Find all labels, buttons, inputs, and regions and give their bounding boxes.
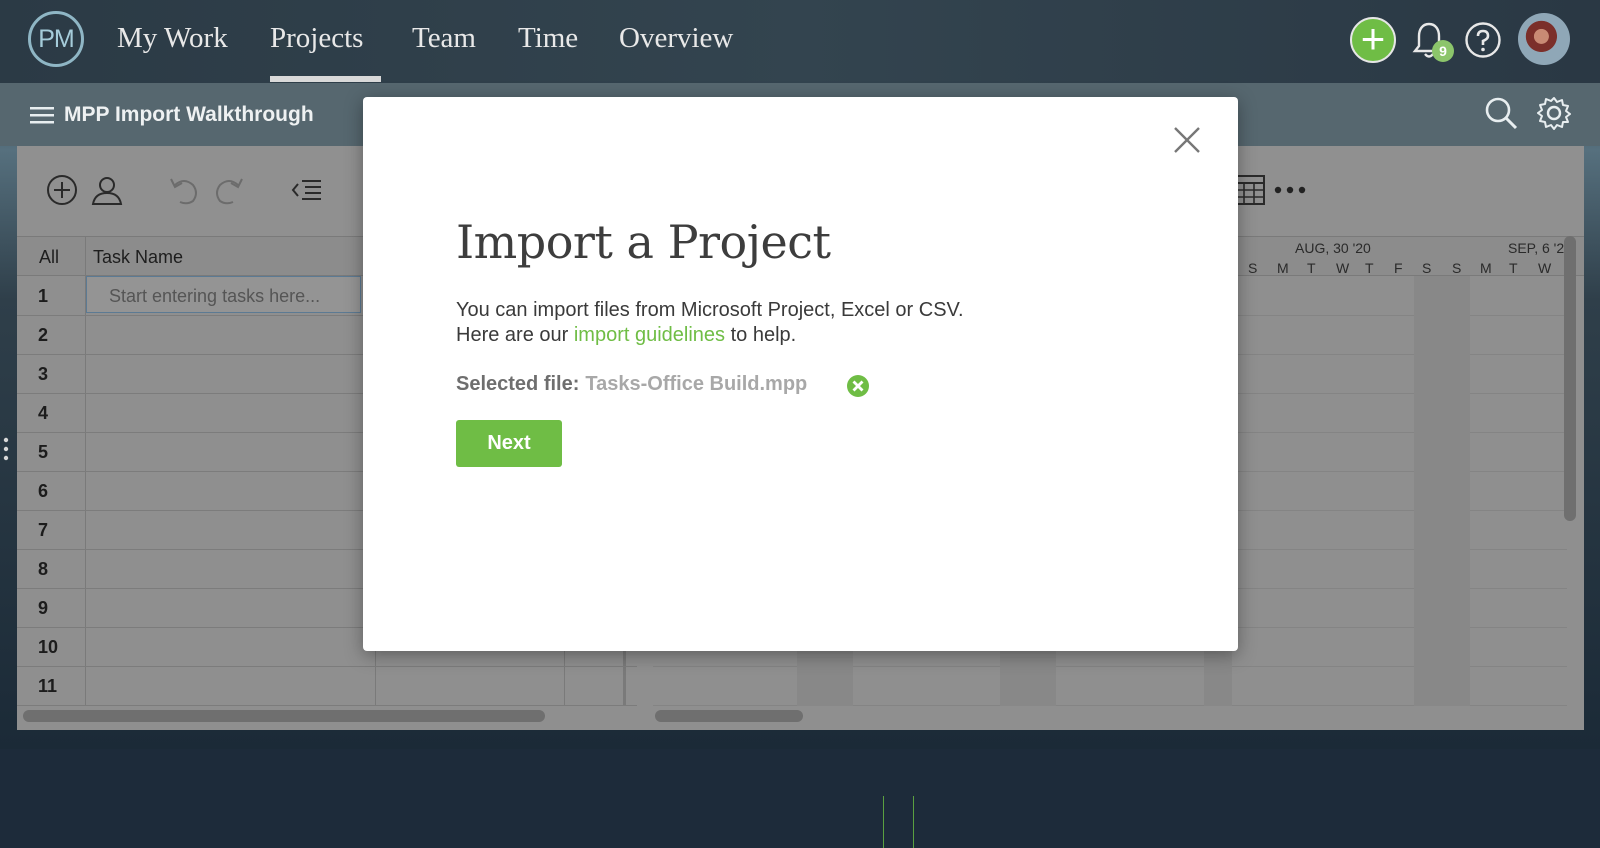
row-number: 8 [38, 559, 49, 579]
next-button[interactable]: Next [456, 420, 562, 467]
header-all[interactable]: All [39, 247, 59, 268]
nav-time[interactable]: Time [518, 22, 578, 55]
weekend-shade [1414, 276, 1442, 706]
gear-icon[interactable] [1537, 96, 1571, 130]
notification-badge: 9 [1432, 40, 1454, 62]
row-number: 7 [38, 520, 49, 540]
description-suffix: to help. [725, 324, 797, 346]
today-line [883, 796, 884, 848]
row-number: 10 [38, 637, 59, 657]
active-tab-indicator [270, 76, 381, 82]
today-line [913, 796, 914, 848]
remove-file-icon[interactable] [846, 374, 870, 398]
row-number: 1 [38, 286, 49, 306]
gantt-month-label: SEP, 6 '20 [1508, 240, 1572, 256]
selected-file-name: Tasks-Office Build.mpp [585, 373, 808, 395]
modal-title: Import a Project [456, 215, 831, 269]
add-new-button[interactable]: + [1350, 17, 1396, 63]
user-avatar[interactable] [1518, 13, 1570, 65]
undo-icon[interactable] [167, 173, 201, 207]
help-icon[interactable] [1464, 21, 1502, 59]
gantt-day-label: T [1365, 260, 1374, 276]
redo-icon[interactable] [212, 173, 246, 207]
nav-team[interactable]: Team [412, 22, 476, 55]
header-task-name[interactable]: Task Name [93, 247, 183, 268]
modal-description: You can import files from Microsoft Proj… [456, 298, 1156, 348]
row-number: 11 [38, 676, 58, 696]
selected-file-row: Selected file: Tasks-Office Build.mpp [456, 373, 807, 396]
nav-overview[interactable]: Overview [619, 22, 733, 55]
selected-file-label: Selected file: [456, 373, 580, 395]
description-line-2: Here are our import guidelines to help. [456, 323, 1156, 348]
hamburger-menu-icon[interactable] [30, 106, 54, 124]
weekend-shade [1442, 276, 1470, 706]
pm-logo[interactable]: PM [28, 11, 84, 67]
task-name-input[interactable]: Start entering tasks here... [86, 276, 361, 313]
assign-user-icon[interactable] [90, 173, 124, 207]
drag-handle-icon[interactable] [3, 437, 9, 461]
outdent-icon[interactable] [290, 173, 324, 207]
gantt-month-label: AUG, 30 '20 [1295, 240, 1371, 256]
gantt-day-label: F [1394, 260, 1403, 276]
row-number: 9 [38, 598, 49, 618]
project-title[interactable]: MPP Import Walkthrough [64, 103, 314, 127]
description-line-1: You can import files from Microsoft Proj… [456, 299, 964, 321]
gantt-day-label: S [1248, 260, 1258, 276]
row-number: 2 [38, 325, 49, 345]
add-task-icon[interactable] [45, 173, 79, 207]
gantt-day-label: T [1509, 260, 1518, 276]
top-nav: PM My Work Projects Team Time Overview +… [0, 0, 1600, 83]
import-project-modal: Import a Project You can import files fr… [363, 97, 1238, 651]
search-icon[interactable] [1484, 96, 1518, 130]
row-number: 4 [38, 403, 49, 423]
row-number: 5 [38, 442, 49, 462]
nav-my-work[interactable]: My Work [117, 22, 228, 55]
gantt-day-label: T [1307, 260, 1316, 276]
gantt-day-label: S [1452, 260, 1462, 276]
more-options-icon[interactable] [1273, 173, 1307, 207]
grid-horizontal-scrollbar[interactable] [23, 710, 545, 722]
gantt-day-label: M [1480, 260, 1492, 276]
task-name-placeholder: Start entering tasks here... [109, 286, 321, 306]
row-number: 6 [38, 481, 49, 501]
import-guidelines-link[interactable]: import guidelines [574, 324, 725, 346]
gantt-horizontal-scrollbar[interactable] [655, 710, 803, 722]
gantt-day-label: M [1277, 260, 1289, 276]
gantt-day-label: S [1422, 260, 1432, 276]
gantt-day-label: W [1336, 260, 1350, 276]
nav-projects[interactable]: Projects [270, 22, 363, 55]
close-icon[interactable] [1172, 125, 1202, 155]
description-prefix: Here are our [456, 324, 574, 346]
table-row[interactable]: 11 [17, 666, 637, 706]
gantt-day-label: W [1538, 260, 1552, 276]
vertical-scrollbar[interactable] [1564, 236, 1576, 521]
row-number: 3 [38, 364, 49, 384]
